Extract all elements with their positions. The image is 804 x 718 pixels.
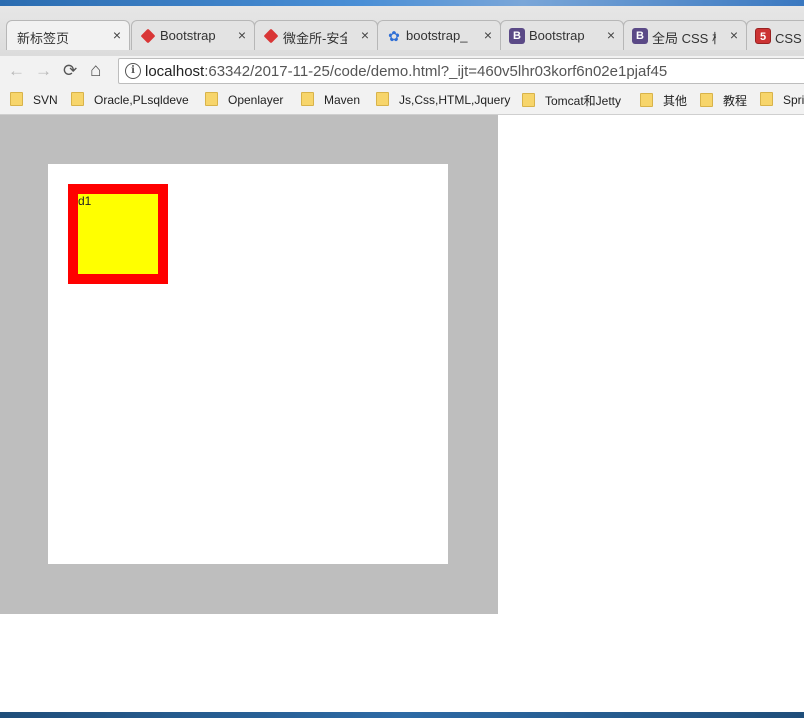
address-bar[interactable]: i localhost:63342/2017-11-25/code/demo.h…: [118, 58, 804, 84]
weijinsuo-icon: [263, 28, 279, 44]
folder-icon: [205, 92, 218, 106]
forward-icon[interactable]: →: [35, 61, 52, 81]
folder-icon: [71, 92, 84, 106]
bookmark-other[interactable]: 其他: [640, 92, 687, 109]
bookmark-label: 其他: [663, 94, 688, 108]
home-icon[interactable]: ⌂: [90, 61, 101, 81]
bookmark-label: Openlayer: [228, 93, 284, 107]
tab-label: Bootstrap: [160, 28, 216, 43]
bookmark-spring[interactable]: Spri: [760, 92, 804, 107]
bookmark-label: 教程: [723, 94, 748, 108]
bootstrap-b-icon: B: [509, 28, 525, 44]
folder-icon: [376, 92, 389, 106]
close-icon[interactable]: ×: [238, 27, 246, 43]
tab-bootstrap-1[interactable]: Bootstrap ×: [131, 20, 255, 50]
folder-icon: [640, 93, 653, 107]
bootstrap-red-icon: [140, 28, 156, 44]
close-icon[interactable]: ×: [361, 27, 369, 43]
bookmarks-bar: SVN Oracle,PLsqldeve Openlayer Maven Js,…: [0, 86, 804, 115]
folder-icon: [700, 93, 713, 107]
taskbar-strip: [0, 712, 804, 718]
bookmark-label: Tomcat和Jetty: [545, 94, 622, 108]
close-icon[interactable]: ×: [484, 27, 492, 43]
tab-global-css[interactable]: B 全局 CSS 样 ×: [623, 20, 747, 50]
folder-icon: [10, 92, 23, 106]
close-icon[interactable]: ×: [113, 27, 121, 43]
bookmark-maven[interactable]: Maven: [301, 92, 360, 107]
bookmark-label: Spri: [783, 93, 804, 107]
bookmark-openlayer[interactable]: Openlayer: [205, 92, 283, 107]
bookmark-label: SVN: [33, 93, 58, 107]
url-rest: :63342/2017-11-25/code/demo.html?_ijt=46…: [204, 63, 668, 80]
close-icon[interactable]: ×: [730, 27, 738, 43]
tab-new-tab[interactable]: 新标签页 ×: [6, 20, 130, 50]
d1-label: d1: [78, 194, 92, 208]
inner-white-box: d1: [48, 164, 448, 564]
folder-icon: [760, 92, 773, 106]
tab-bootstrap-baidu[interactable]: ✿ bootstrap_ ×: [377, 20, 501, 50]
bookmark-label: Js,Css,HTML,Jquery: [399, 93, 511, 107]
url-text[interactable]: localhost:63342/2017-11-25/code/demo.htm…: [145, 63, 667, 80]
close-icon[interactable]: ×: [607, 27, 615, 43]
bookmark-js-css[interactable]: Js,Css,HTML,Jquery: [376, 92, 510, 107]
outer-gray-box: d1: [0, 115, 498, 614]
tab-label: 新标签页: [17, 31, 70, 46]
bookmark-tutorial[interactable]: 教程: [700, 92, 747, 109]
tab-label: CSS 编: [775, 31, 803, 46]
tab-bootstrap-2[interactable]: B Bootstrap ×: [500, 20, 624, 50]
tab-css[interactable]: 5 CSS 编: [746, 20, 804, 50]
bookmark-tomcat[interactable]: Tomcat和Jetty: [522, 92, 621, 109]
back-icon[interactable]: ←: [8, 61, 25, 81]
bookmark-oracle[interactable]: Oracle,PLsqldeve: [71, 92, 189, 107]
folder-icon: [301, 92, 314, 106]
bookmark-svn[interactable]: SVN: [10, 92, 58, 107]
bookmark-label: Maven: [324, 93, 361, 107]
d1-box: d1: [68, 184, 168, 284]
page-content: d1: [0, 115, 804, 712]
tab-label: bootstrap_: [406, 28, 468, 43]
tab-weijinsuo[interactable]: 微金所-安全 ×: [254, 20, 378, 50]
css-icon: 5: [755, 28, 771, 44]
tab-label: 微金所-安全: [283, 31, 347, 46]
folder-icon: [522, 93, 535, 107]
tab-bar: 新标签页 × Bootstrap × 微金所-安全 × ✿ bootstrap_…: [0, 6, 804, 56]
tab-label: 全局 CSS 样: [652, 31, 716, 46]
bootstrap-b-icon: B: [632, 28, 648, 44]
reload-icon[interactable]: ⟳: [63, 61, 77, 81]
info-icon[interactable]: i: [125, 63, 141, 79]
baidu-paw-icon: ✿: [388, 28, 400, 44]
bookmark-label: Oracle,PLsqldeve: [94, 93, 189, 107]
url-host: localhost: [145, 63, 205, 80]
tab-label: Bootstrap: [529, 28, 585, 43]
